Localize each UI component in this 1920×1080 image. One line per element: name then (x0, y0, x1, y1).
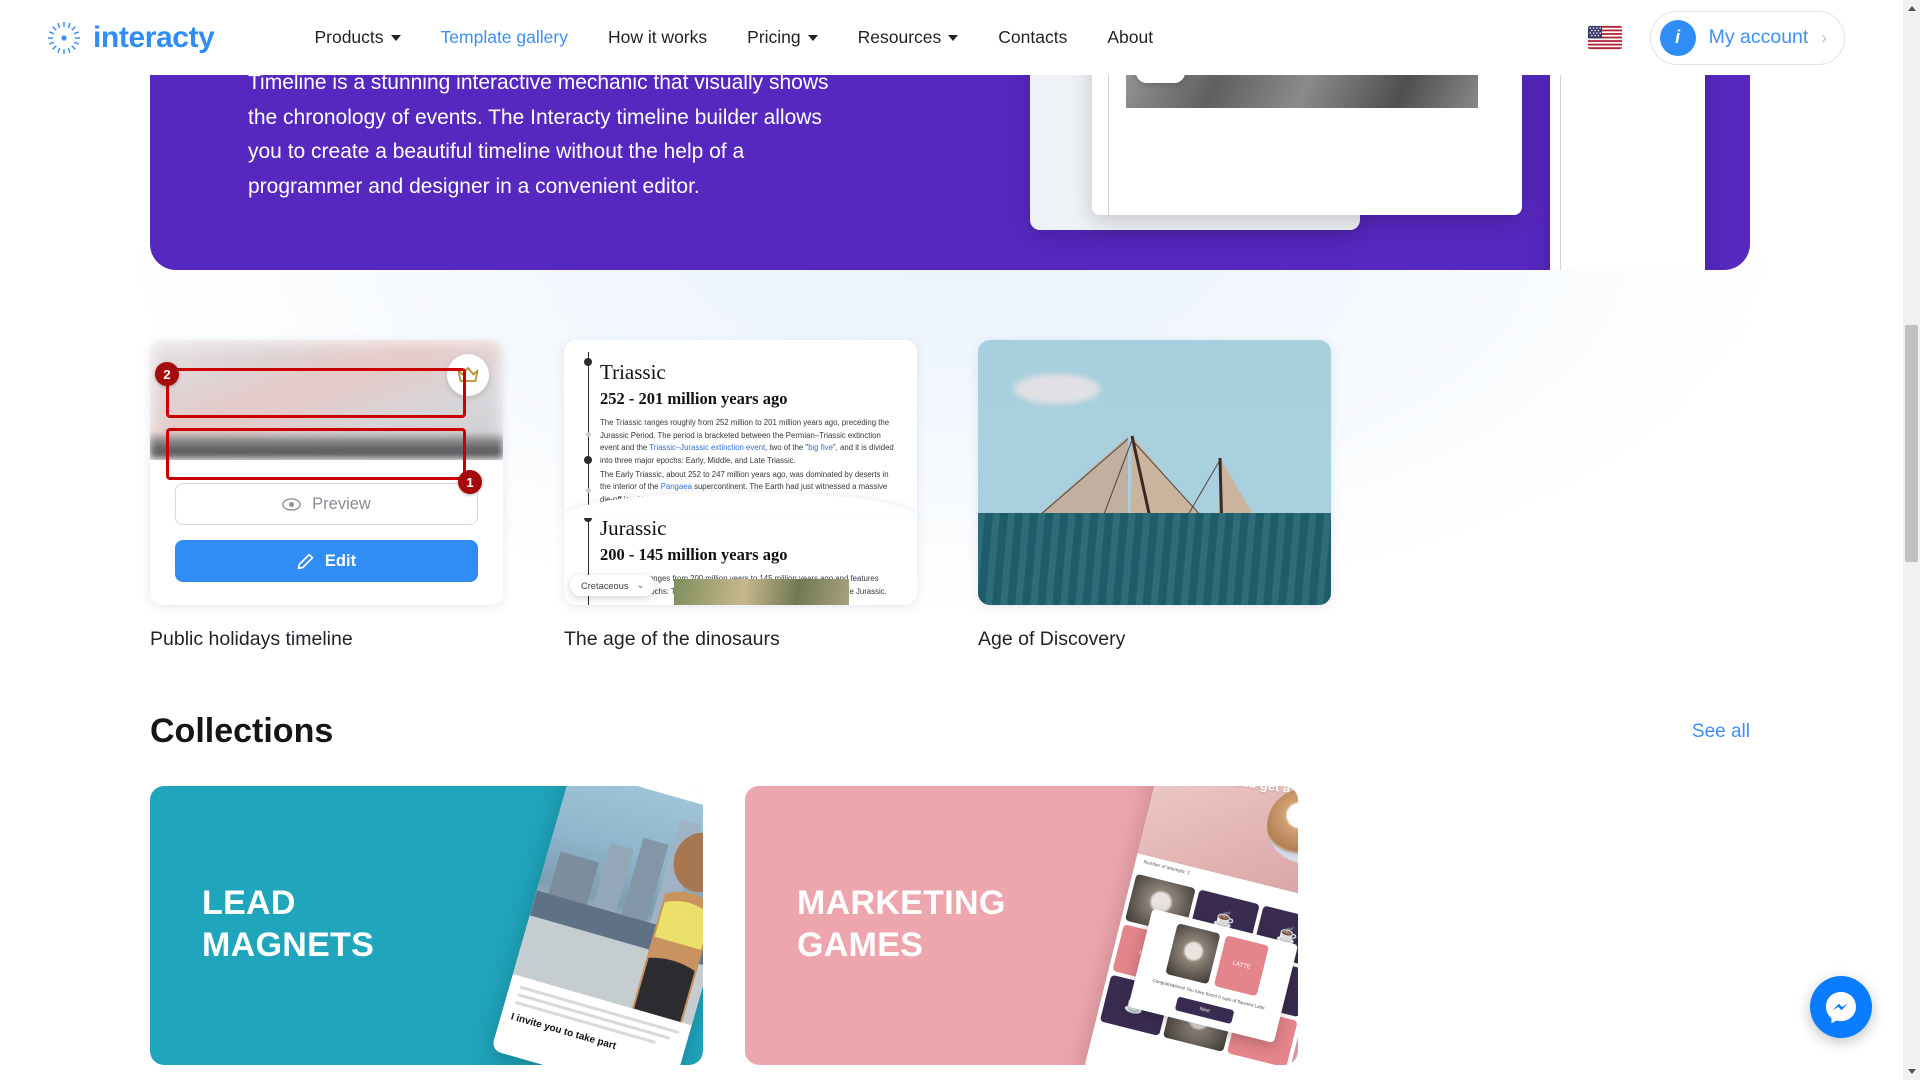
era-title-jurassic: Jurassic (600, 516, 667, 540)
edit-button[interactable]: Edit (175, 540, 478, 582)
template-title: Public holidays timeline (150, 628, 353, 650)
banner-description: Timeline is a stunning interactive mecha… (248, 71, 829, 198)
sea (978, 513, 1331, 605)
nav-label: Template gallery (440, 27, 568, 47)
main-navigation: Products Template gallery How it works P… (314, 27, 1153, 48)
edit-button-label: Edit (324, 551, 357, 570)
messenger-icon (1826, 992, 1856, 1024)
matched-card-photo (1165, 923, 1221, 985)
era-body-part: , two of the " (765, 443, 809, 453)
chevron-down-icon (390, 34, 401, 41)
template-hover-actions: Preview Edit (150, 460, 503, 605)
us-flag-icon[interactable] (1587, 26, 1622, 49)
annotation-marker-1: 1 (458, 470, 482, 494)
collections-header: Collections See all (150, 712, 1750, 751)
dinosaur-timeline-preview: Triassic 252 - 201 million years ago The… (564, 340, 917, 605)
scrollbar-thumb[interactable] (1905, 325, 1918, 562)
nav-label: How it works (607, 27, 708, 47)
collection-label-line1: LEAD (202, 884, 296, 922)
chevron-down-icon (948, 34, 959, 41)
era-selector[interactable]: Cretaceous ⌄ (570, 575, 656, 596)
header-actions: i My account › (1587, 10, 1845, 65)
collection-label-line2: MAGNETS (202, 926, 375, 965)
site-header: interacty Products Template gallery How … (0, 0, 1903, 75)
collection-label: MARKETING GAMES (797, 882, 1006, 966)
crown-icon (447, 354, 489, 396)
nav-label: Contacts (998, 27, 1068, 47)
collection-card-marketing-games[interactable]: MARKETING GAMES MEMORY GAME Find pairs a… (745, 786, 1298, 1065)
sunburst-logo-icon (44, 18, 84, 58)
dinosaur-photo (674, 579, 849, 605)
collection-label: LEAD MAGNETS (202, 882, 374, 966)
timeline-dot-small (585, 432, 591, 437)
template-card-age-of-discovery[interactable]: Age of Discovery (978, 340, 1331, 651)
nav-label: About (1107, 27, 1154, 47)
collection-card-lead-magnets[interactable]: LEAD MAGNETS Summer fitness mar (150, 786, 703, 1065)
my-account-button[interactable]: i My account › (1649, 10, 1845, 65)
collection-label-line2: GAMES (797, 926, 924, 965)
vertical-scrollbar[interactable] (1903, 0, 1920, 1080)
sailing-ship-painting (978, 340, 1331, 605)
era-range-jurassic: 200 - 145 million years ago (600, 545, 788, 564)
nav-item-products[interactable]: Products (314, 27, 401, 48)
collections-grid: LEAD MAGNETS Summer fitness mar (150, 786, 1298, 1065)
chevron-right-icon: › (1821, 27, 1827, 47)
nav-item-how-it-works[interactable]: How it works (608, 27, 707, 48)
template-card-dinosaurs[interactable]: Triassic 252 - 201 million years ago The… (564, 340, 917, 651)
preview-button[interactable]: Preview (175, 483, 478, 525)
era-selector-label: Cretaceous (581, 580, 629, 591)
pencil-icon (297, 553, 314, 569)
collection-label-line1: MARKETING (797, 884, 1006, 922)
nav-item-pricing[interactable]: Pricing (747, 27, 818, 48)
annotation-marker-2: 2 (155, 362, 179, 386)
matched-card-label: LATTE (1213, 935, 1270, 997)
marketing-game-preview: MEMORY GAME Find pairs and get a prize! … (1083, 786, 1298, 1065)
timeline-dot (584, 456, 592, 464)
timeline-rail (588, 352, 590, 605)
template-thumbnail[interactable] (978, 340, 1331, 605)
brand-name: interacty (93, 20, 215, 54)
era-body-triassic: The Triassic ranges roughly from 252 mil… (600, 417, 897, 468)
chevron-down-icon: ⌄ (636, 580, 645, 590)
era-body-link[interactable]: Triassic–Jurassic extinction event (649, 443, 765, 452)
my-account-label: My account (1708, 26, 1809, 48)
template-thumbnail[interactable]: Triassic 252 - 201 million years ago The… (564, 340, 917, 605)
logo[interactable]: interacty (44, 18, 215, 58)
nav-item-template-gallery[interactable]: Template gallery (441, 27, 568, 48)
eye-icon (282, 497, 301, 511)
era-body-link[interactable]: big five (808, 443, 833, 452)
nav-item-resources[interactable]: Resources (858, 27, 959, 48)
nav-label: Resources (857, 27, 942, 47)
see-all-link[interactable]: See all (1692, 721, 1750, 743)
timeline-dot (584, 358, 592, 366)
era-title-triassic: Triassic (600, 360, 666, 384)
template-title: The age of the dinosaurs (564, 628, 780, 650)
template-card-grid: Preview Edit 2 1 Public holidays timelin… (150, 340, 1750, 651)
nav-item-about[interactable]: About (1107, 27, 1153, 48)
messenger-chat-button[interactable] (1810, 976, 1872, 1038)
lead-magnet-preview: Summer fitness mar (491, 786, 703, 1065)
chevron-down-icon (807, 34, 818, 41)
era-range-triassic: 252 - 201 million years ago (600, 389, 788, 408)
coffee-cup-photo (1259, 786, 1298, 871)
thumbnail-image-blurred (150, 340, 503, 450)
thumbnail-image-band (150, 436, 503, 458)
template-thumbnail[interactable]: Preview Edit 2 1 (150, 340, 503, 605)
nav-label: Products (314, 27, 384, 47)
scroll-up-icon[interactable] (1903, 0, 1920, 17)
collections-title: Collections (150, 712, 334, 750)
nav-item-contacts[interactable]: Contacts (998, 27, 1067, 48)
timeline-dot-small (585, 488, 591, 493)
era-body-link[interactable]: Pangaea (661, 482, 692, 491)
template-card-public-holidays[interactable]: Preview Edit 2 1 Public holidays timelin… (150, 340, 503, 651)
avatar: i (1659, 19, 1696, 56)
scroll-down-icon[interactable] (1903, 1063, 1920, 1080)
preview-button-label: Preview (312, 494, 371, 513)
template-title: Age of Discovery (978, 628, 1126, 650)
nav-label: Pricing (747, 27, 801, 47)
